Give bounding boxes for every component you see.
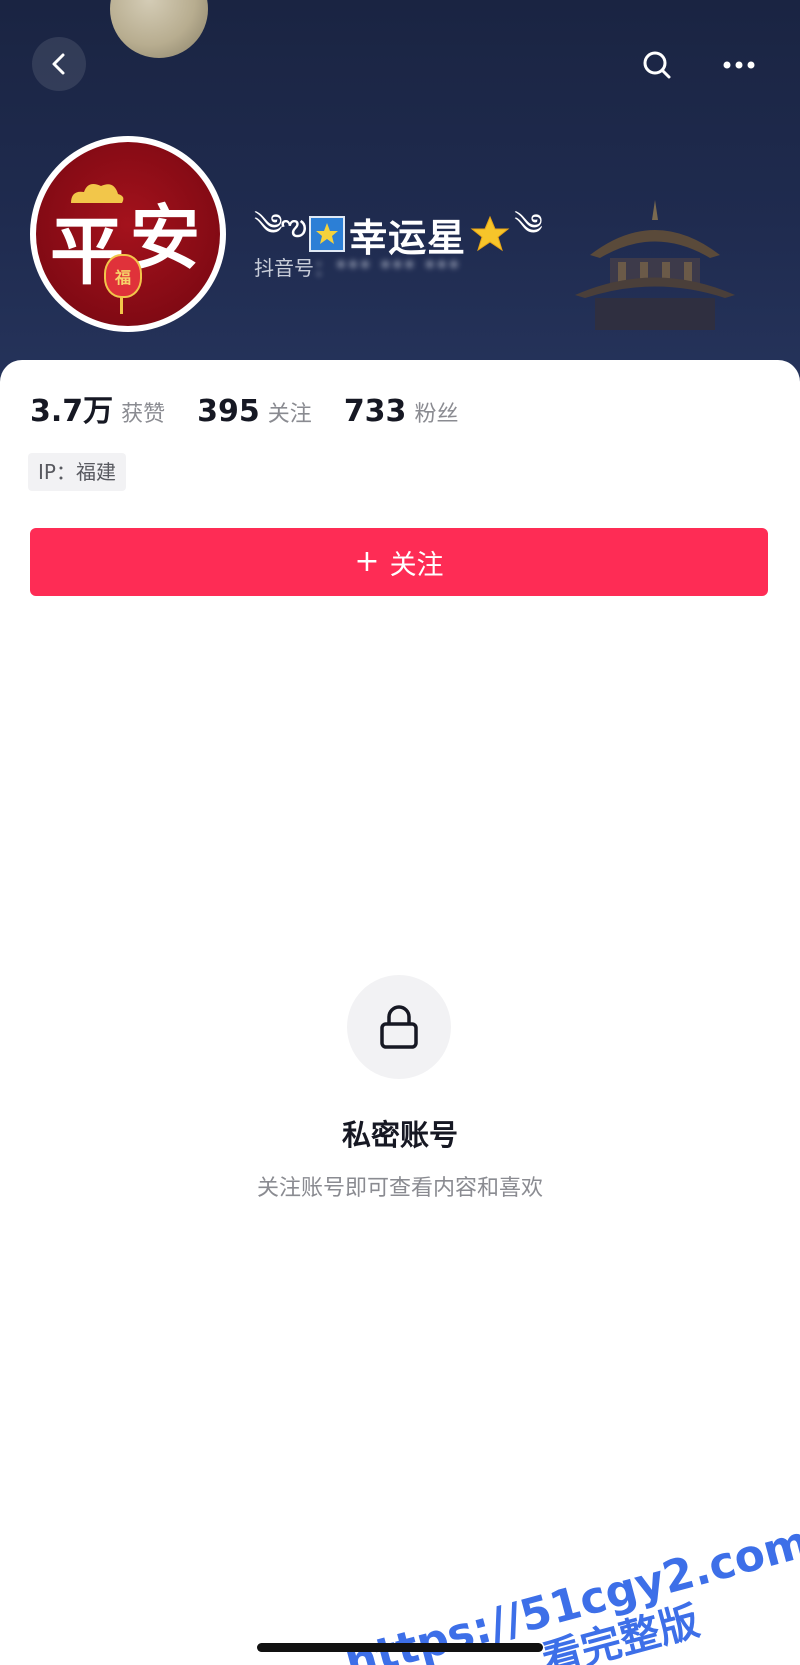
stat-followers-value: 733 — [343, 394, 407, 429]
star-emoji-icon — [309, 216, 346, 252]
stat-following-value: 395 — [197, 394, 260, 429]
avatar[interactable]: 平 安 福 — [30, 136, 226, 332]
nickname-right-decoration: ༄ — [514, 208, 543, 243]
follow-button[interactable]: + 关注 — [30, 528, 768, 596]
user-id-label: 抖音号 — [254, 256, 314, 280]
stat-following-label: 关注 — [267, 402, 312, 427]
stat-following[interactable]: 395 关注 — [197, 394, 312, 429]
ip-location-tag: IP：福建 — [28, 453, 126, 491]
stat-followers-label: 粉丝 — [414, 402, 459, 427]
stat-likes-value: 3.7万 — [30, 394, 114, 429]
more-icon — [723, 61, 755, 69]
search-button[interactable] — [630, 38, 684, 92]
profile-stats: 3.7万 获赞 395 关注 733 粉丝 — [30, 386, 490, 430]
plus-icon: + — [354, 544, 380, 579]
star-icon — [470, 215, 510, 252]
profile-card: 3.7万 获赞 395 关注 733 粉丝 IP：福建 + 关注 私密账号 关注… — [0, 360, 800, 1665]
back-button[interactable] — [32, 37, 86, 91]
private-account-title: 私密账号 — [341, 1118, 458, 1152]
stat-likes-label: 获赞 — [121, 402, 166, 427]
stat-likes[interactable]: 3.7万 获赞 — [30, 386, 165, 430]
watermark: https://51cgy2.com 看完整版 — [330, 1490, 800, 1665]
lock-badge — [347, 975, 451, 1079]
pavilion-decoration — [575, 200, 735, 330]
private-account-description: 关注账号即可查看内容和喜欢 — [256, 1176, 543, 1201]
lantern-character: 福 — [114, 268, 131, 287]
lantern-tassel — [120, 296, 123, 314]
user-id-value: ：*** *** *** — [314, 256, 461, 280]
back-arrow-icon — [52, 53, 65, 75]
lock-icon — [380, 1005, 418, 1049]
moon-decoration — [110, 0, 208, 58]
avatar-image: 平 安 福 — [36, 142, 220, 326]
home-indicator[interactable] — [257, 1643, 543, 1652]
follow-button-label: 关注 — [389, 549, 444, 581]
lantern-icon: 福 — [104, 254, 142, 298]
stat-followers[interactable]: 733 粉丝 — [344, 394, 459, 429]
more-options-button[interactable] — [712, 38, 766, 92]
search-icon — [643, 51, 671, 79]
user-id[interactable]: 抖音号：*** *** *** — [254, 252, 461, 281]
profile-header-banner: 平 安 福 ༄ఌ 幸运星 ༄ 抖音号：*** *** *** — [0, 0, 800, 400]
